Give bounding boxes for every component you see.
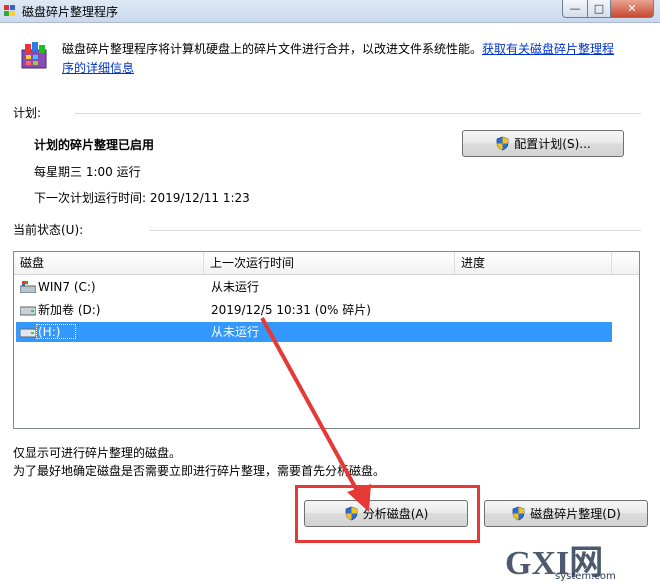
minimize-button[interactable]: —	[562, 0, 588, 18]
site-watermark: GXI网 system.com	[505, 535, 660, 585]
disk-row-c[interactable]: WIN7 (C:) 从未运行	[16, 277, 612, 297]
disk-row-d[interactable]: 新加卷 (D:) 2019/12/5 10:31 (0% 碎片)	[16, 300, 612, 320]
uac-shield-icon	[496, 136, 509, 151]
column-disk[interactable]: 磁盘	[14, 252, 204, 274]
drive-icon	[20, 328, 36, 338]
intro-text: 磁盘碎片整理程序将计算机硬盘上的碎片文件进行合并，以改进文件系统性能。获取有关磁…	[62, 40, 647, 78]
defrag-icon	[21, 42, 47, 69]
intro-description: 磁盘碎片整理程序将计算机硬盘上的碎片文件进行合并，以改进文件系统性能。	[62, 42, 483, 56]
column-progress[interactable]: 进度	[455, 252, 612, 274]
drive-icon	[20, 306, 36, 316]
disk-list[interactable]: 磁盘 上一次运行时间 进度 WIN7 (C:) 从未运行 新加卷 (D:) 20…	[13, 251, 640, 429]
schedule-status: 计划的碎片整理已启用	[34, 138, 155, 152]
current-status-label: 当前状态(U):	[13, 223, 84, 237]
disk-row-h[interactable]: (H:) 从未运行	[16, 322, 612, 342]
annotation-highlight-box	[295, 485, 480, 543]
close-button[interactable]: ✕	[611, 0, 654, 18]
last-run-time: 从未运行	[211, 325, 260, 339]
help-link[interactable]: 获取有关磁盘碎片整理程	[482, 42, 614, 56]
system-drive-icon	[20, 281, 36, 293]
title-bar: 磁盘碎片整理程序 — □ ✕	[0, 0, 660, 23]
defrag-app-icon	[4, 5, 15, 16]
next-run-time: 下一次计划运行时间: 2019/12/11 1:23	[34, 191, 250, 205]
configure-schedule-label: 配置计划(S)...	[514, 137, 591, 151]
status-divider	[150, 230, 641, 231]
footer-note-2: 为了最好地确定磁盘是否需要立即进行碎片整理，需要首先分析磁盘。	[13, 464, 386, 478]
schedule-label: 计划:	[13, 106, 42, 120]
disk-name: (H:)	[38, 325, 61, 339]
configure-schedule-button[interactable]: 配置计划(S)...	[462, 130, 624, 157]
disk-list-header: 磁盘 上一次运行时间 进度	[14, 252, 639, 275]
disk-name: WIN7 (C:)	[38, 280, 96, 294]
defragment-disk-button[interactable]: 磁盘碎片整理(D)	[484, 500, 648, 527]
last-run-time: 2019/12/5 10:31 (0% 碎片)	[211, 303, 371, 317]
last-run-time: 从未运行	[211, 280, 260, 294]
schedule-divider	[75, 113, 641, 114]
maximize-button[interactable]: □	[588, 0, 611, 18]
footer-note-1: 仅显示可进行碎片整理的磁盘。	[13, 446, 182, 460]
defragment-disk-label: 磁盘碎片整理(D)	[530, 507, 621, 521]
column-last-run[interactable]: 上一次运行时间	[204, 252, 455, 274]
watermark-domain: system.com	[555, 571, 616, 582]
window-title: 磁盘碎片整理程序	[22, 5, 119, 19]
uac-shield-icon	[512, 506, 525, 521]
disk-name: 新加卷 (D:)	[38, 303, 101, 317]
help-link-continued[interactable]: 序的详细信息	[62, 61, 134, 75]
schedule-frequency: 每星期三 1:00 运行	[34, 165, 141, 179]
